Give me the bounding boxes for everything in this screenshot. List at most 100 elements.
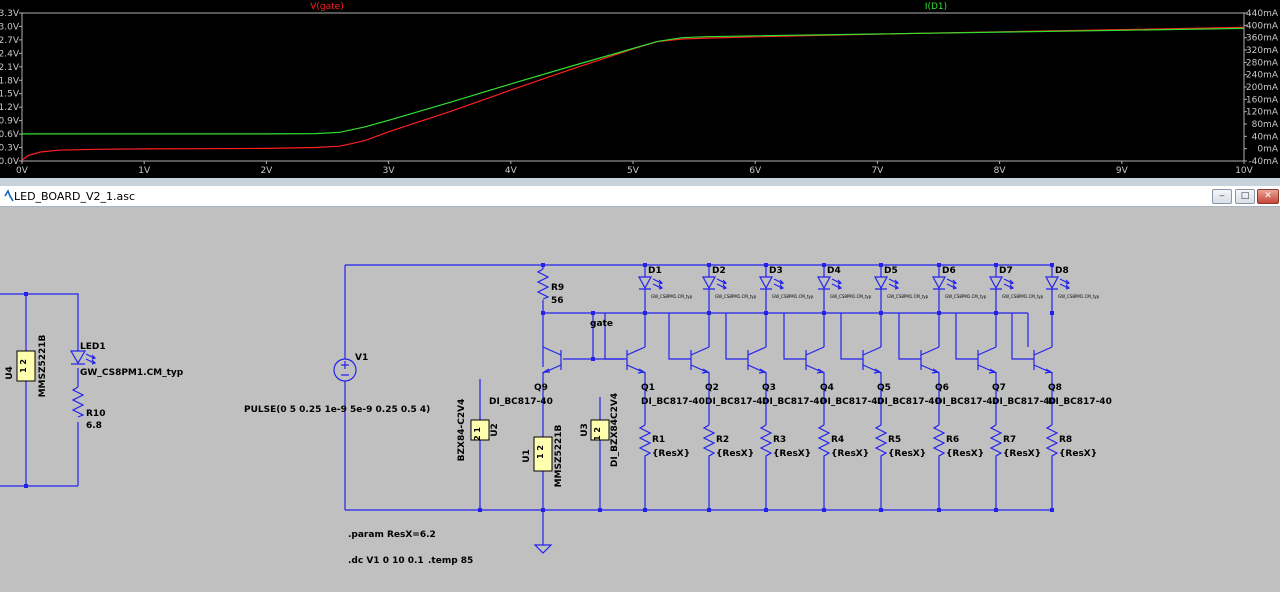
junction-dot: [707, 263, 711, 267]
u1-model: MMSZ5221B: [554, 424, 564, 487]
led-model: GW_CS8PM1.CM_typ: [945, 294, 987, 299]
led1-symbol[interactable]: [69, 350, 97, 365]
led-model: GW_CS8PM1.CM_typ: [887, 294, 929, 299]
legend-vgate[interactable]: V(gate): [310, 2, 343, 12]
resistor-symbol[interactable]: [989, 424, 1003, 460]
resistor-symbol[interactable]: [1045, 424, 1059, 460]
q9-model: DI_BC817-40: [489, 397, 553, 407]
y-right-tick-label: 160mA: [1246, 95, 1279, 105]
led-label: D8: [1055, 266, 1069, 276]
v1-symbol[interactable]: [333, 358, 357, 382]
npn-transistor[interactable]: [898, 313, 940, 380]
driver-cell-8: D8 GW_CS8PM1.CM_typ Q8 DI_BC817-40 R8 {ResX}: [1011, 263, 1112, 512]
junction-dot: [994, 263, 998, 267]
ground-symbol[interactable]: [533, 544, 553, 554]
window-titlebar[interactable]: LED_BOARD_V2_1.asc ‒ □ ✕: [0, 186, 1280, 207]
led-symbol[interactable]: [816, 276, 843, 290]
npn-transistor[interactable]: [668, 313, 710, 380]
resistor-value: {ResX}: [1059, 449, 1097, 459]
temp-directive[interactable]: .temp 85: [428, 556, 473, 566]
led-symbol[interactable]: [1044, 276, 1071, 290]
y-right-tick-label: 360mA: [1246, 34, 1279, 44]
y-left-tick-label: 0.6V: [0, 130, 20, 140]
y-right-tick-label: 320mA: [1246, 46, 1279, 56]
led-symbol[interactable]: [637, 276, 664, 290]
y-left-tick-label: 2.1V: [0, 63, 20, 73]
resistor-value: {ResX}: [946, 449, 984, 459]
resistor-symbol[interactable]: [638, 424, 652, 460]
led-symbol[interactable]: [931, 276, 958, 290]
npn-transistor[interactable]: [783, 313, 825, 380]
y-left-tick-label: 3.3V: [0, 9, 20, 19]
waveform-plot[interactable]: 0V 1V 2V 3V 4V 5V 6V 7V 8V 9V 10V 0.0V 0.3V 0.6V 0.9V 1…: [0, 0, 1280, 178]
x-tick-label: 7V: [871, 166, 884, 176]
x-tick-label: 5V: [627, 166, 640, 176]
r10-symbol[interactable]: [71, 386, 85, 418]
q9-symbol[interactable]: [541, 346, 562, 380]
transistor-model: DI_BC817-40: [705, 397, 769, 407]
x-tick-label: 4V: [505, 166, 518, 176]
u4-model: MMSZ5221B: [38, 334, 48, 397]
npn-transistor[interactable]: [1011, 313, 1053, 380]
minimize-button[interactable]: ‒: [1212, 189, 1232, 204]
npn-transistor[interactable]: [840, 313, 882, 380]
led-symbol[interactable]: [758, 276, 785, 290]
junction-dot: [764, 508, 768, 512]
junction-dot: [1050, 508, 1054, 512]
resistor-symbol[interactable]: [817, 424, 831, 460]
x-tick-label: 0V: [16, 166, 29, 176]
y-left-tick-label: 0.0V: [0, 157, 20, 167]
led-label: D4: [827, 266, 841, 276]
y-right-tick-label: 40mA: [1252, 132, 1279, 142]
dc-directive[interactable]: .dc V1 0 10 0.1: [348, 556, 424, 566]
plot-background: [0, 0, 1280, 178]
resistor-value: {ResX}: [1003, 449, 1041, 459]
r9-symbol[interactable]: [536, 268, 550, 300]
transistor-label: Q1: [641, 383, 655, 393]
legend-id1[interactable]: I(D1): [925, 2, 947, 12]
driver-cell-4: D4 GW_CS8PM1.CM_typ Q4 DI_BC817-40 R4 {ResX}: [783, 263, 884, 512]
close-button[interactable]: ✕: [1257, 189, 1279, 204]
resistor-symbol[interactable]: [702, 424, 716, 460]
led-label: D7: [999, 266, 1013, 276]
npn-transistor[interactable]: [955, 313, 997, 380]
u4-pins: 1 2: [19, 359, 28, 373]
led-symbol[interactable]: [873, 276, 900, 290]
v1-value: PULSE(0 5 0.25 1e-9 5e-9 0.25 0.5 4): [244, 405, 430, 415]
resistor-label: R5: [888, 435, 901, 445]
schematic-canvas[interactable]: D1GW_CS8PM1.CM_typQ1DI_BC817-40R1{ResX}D…: [0, 207, 1280, 592]
led-symbol[interactable]: [701, 276, 728, 290]
transistor-label: Q7: [992, 383, 1006, 393]
resistor-symbol[interactable]: [759, 424, 773, 460]
y-left-tick-label: 1.8V: [0, 76, 20, 86]
junction-dot: [1050, 263, 1054, 267]
driver-cell-3: D3 GW_CS8PM1.CM_typ Q3 DI_BC817-40 R3 {ResX}: [725, 263, 826, 512]
param-directive[interactable]: .param ResX=6.2: [348, 530, 436, 540]
v1-label: V1: [355, 353, 368, 363]
led-model: GW_CS8PM1.CM_typ: [1058, 294, 1100, 299]
led-symbol[interactable]: [988, 276, 1015, 290]
transistor-model: DI_BC817-40: [935, 397, 999, 407]
junction-dot: [1050, 311, 1054, 315]
junction-dot: [643, 311, 647, 315]
y-left-tick-label: 2.4V: [0, 49, 20, 59]
junction-dot: [822, 263, 826, 267]
resistor-symbol[interactable]: [874, 424, 888, 460]
x-tick-label: 3V: [383, 166, 396, 176]
led-model: GW_CS8PM1.CM_typ: [1002, 294, 1044, 299]
junction-dot: [994, 311, 998, 315]
npn-transistor[interactable]: [725, 313, 767, 380]
led-label: D3: [769, 266, 783, 276]
resistor-symbol[interactable]: [932, 424, 946, 460]
junction-dot: [994, 508, 998, 512]
junction-dot: [879, 263, 883, 267]
junctions: [24, 263, 602, 512]
pane-divider[interactable]: [0, 178, 1280, 186]
transistor-model: DI_BC817-40: [1048, 397, 1112, 407]
junction-dot: [764, 263, 768, 267]
y-right-tick-label: 440mA: [1246, 9, 1279, 19]
maximize-button[interactable]: □: [1235, 189, 1255, 204]
x-tick-label: 1V: [138, 166, 151, 176]
y-right-tick-label: 0mA: [1257, 145, 1278, 155]
u3-model: DI_BZX84C2V4: [610, 393, 620, 467]
